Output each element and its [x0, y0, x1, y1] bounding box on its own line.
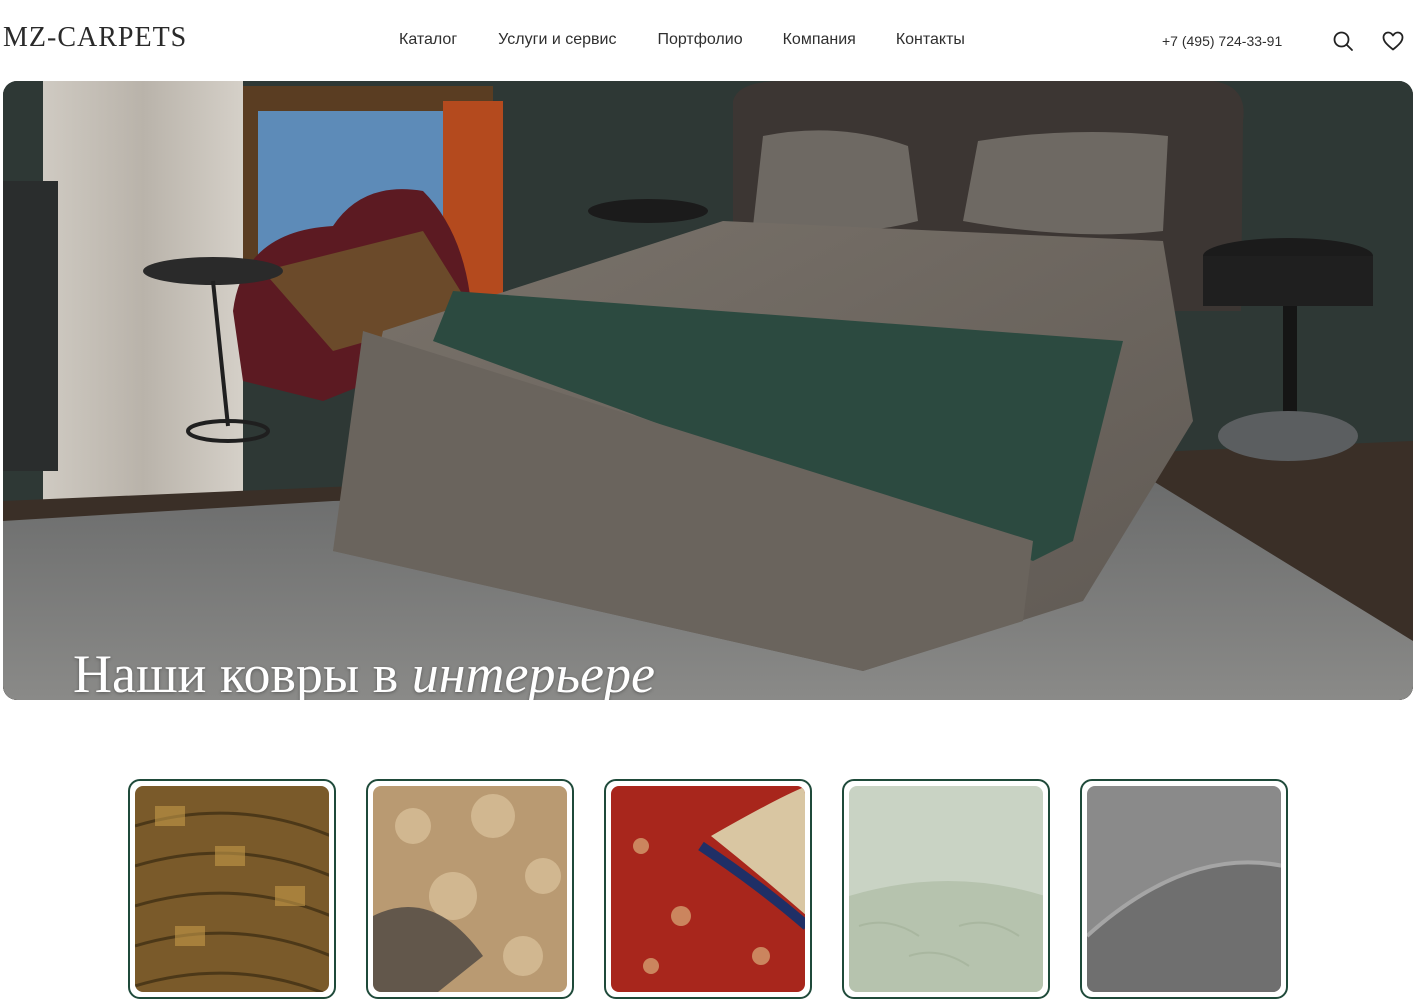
nav-company[interactable]: Компания [783, 31, 856, 49]
category-card[interactable] [366, 779, 574, 999]
hero-title-italic: интерьере [411, 644, 655, 700]
hero-slider[interactable]: Наши ковры в интерьере [3, 81, 1413, 700]
nav-services[interactable]: Услуги и сервис [498, 31, 616, 49]
nav-portfolio[interactable]: Портфолио [657, 31, 742, 49]
category-image-carved [373, 786, 567, 992]
hero-image [3, 81, 1413, 700]
category-card[interactable] [1080, 779, 1288, 999]
category-card[interactable] [128, 779, 336, 999]
category-image-classic [135, 786, 329, 992]
category-cards [0, 779, 1417, 999]
heart-icon[interactable] [1381, 29, 1405, 53]
category-card[interactable] [604, 779, 812, 999]
category-image-persian [611, 786, 805, 992]
nav-contacts[interactable]: Контакты [896, 31, 965, 49]
category-card[interactable] [842, 779, 1050, 999]
hero-title: Наши ковры в интерьере [73, 643, 655, 700]
site-header: MZ-CARPETS Каталог Услуги и сервис Портф… [0, 0, 1417, 80]
logo[interactable]: MZ-CARPETS [3, 22, 187, 54]
category-image-mint [849, 786, 1043, 992]
search-icon[interactable] [1331, 29, 1355, 53]
phone-link[interactable]: +7 (495) 724-33-91 [1162, 33, 1282, 49]
category-image-grey [1087, 786, 1281, 992]
nav-catalog[interactable]: Каталог [399, 31, 457, 49]
main-nav: Каталог Услуги и сервис Портфолио Компан… [399, 31, 965, 49]
hero-title-regular: Наши ковры в [73, 644, 399, 700]
